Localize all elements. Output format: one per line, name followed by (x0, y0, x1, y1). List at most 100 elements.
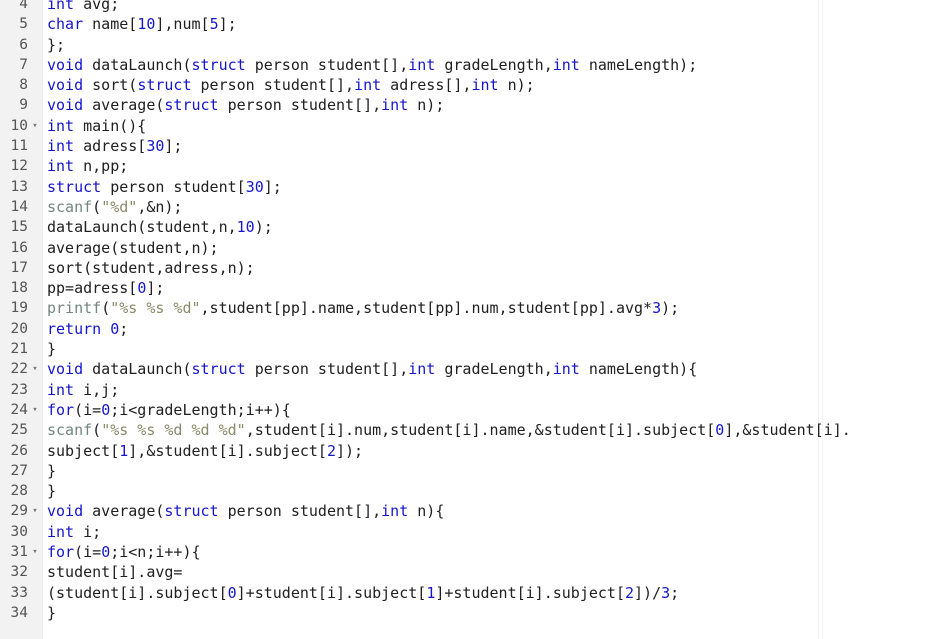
token-pl: main(){ (74, 116, 147, 135)
code-line[interactable]: 27} (0, 461, 952, 481)
token-pl: ]; (218, 15, 237, 34)
code-line[interactable]: 23 int i,j; (0, 380, 952, 400)
token-pl: ( (92, 197, 102, 216)
code-line[interactable]: 22 ▾ void dataLaunch(struct person student… (0, 359, 952, 379)
token-pl: dataLaunch( (83, 55, 192, 74)
token-pl: sort( (83, 76, 138, 95)
code-fold-toggle-icon[interactable]: ▾ (30, 359, 40, 379)
line-number: 18 (10, 280, 28, 297)
line-source-text: scanf("%d",&n); (47, 197, 182, 217)
token-pl: ],num[ (155, 15, 210, 34)
line-source-text: sort(student,adress,n); (47, 258, 255, 278)
code-line[interactable]: 4 int avg; (0, 0, 952, 14)
code-line[interactable]: 20 return 0; (0, 319, 952, 339)
code-line[interactable]: 15 dataLaunch(student,n,10); (0, 217, 952, 237)
token-kw: int (381, 96, 409, 115)
token-pl: ],&student[i]. (724, 421, 851, 440)
line-source-text: char name[10],num[5]; (47, 14, 237, 34)
code-line[interactable]: 5 char name[10],num[5]; (0, 14, 952, 34)
token-str: "%s %s %d" (110, 299, 201, 318)
code-fold-toggle-icon[interactable]: ▾ (30, 400, 40, 420)
token-num: 1 (426, 583, 436, 602)
token-kw: void (47, 55, 84, 74)
token-num: 30 (245, 177, 264, 196)
token-pl: n){ (408, 502, 445, 521)
token-kw: int (47, 522, 75, 541)
token-kw: struct (191, 55, 246, 74)
line-source-text: } (47, 603, 56, 623)
token-fn: printf (47, 299, 102, 318)
code-line[interactable]: 24 ▾ for(i=0;i<gradeLength;i++){ (0, 400, 952, 420)
line-number: 29 (10, 503, 28, 520)
line-number: 17 (10, 259, 28, 276)
line-source-text: for(i=0;i<n;i++){ (47, 542, 201, 562)
token-kw: int (354, 76, 382, 95)
code-line[interactable]: 30 int i; (0, 522, 952, 542)
token-pl: ],&student[i].subject[ (128, 441, 327, 460)
line-source-text: void average(struct person student[],int… (47, 501, 444, 521)
code-line[interactable]: 25 scanf("%s %s %d %d %d",student[i].num,… (0, 420, 952, 440)
line-number: 34 (10, 604, 28, 621)
token-kw: struct (164, 502, 219, 521)
line-source-text: (student[i].subject[0]+student[i].subjec… (47, 583, 679, 603)
token-kw: void (47, 502, 84, 521)
code-fold-toggle-icon[interactable]: ▾ (30, 116, 40, 136)
token-num: 3 (661, 583, 671, 602)
code-line[interactable]: 18 pp=adress[0]; (0, 278, 952, 298)
line-source-text: scanf("%s %s %d %d %d",student[i].num,st… (47, 420, 851, 440)
token-num: 0 (227, 583, 237, 602)
token-pl: ); (661, 299, 680, 318)
code-fold-toggle-icon[interactable]: ▾ (30, 501, 40, 521)
token-pl: } (47, 482, 57, 501)
code-line[interactable]: 10 ▾ int main(){ (0, 116, 952, 136)
token-num: 10 (137, 15, 156, 34)
line-number: 23 (10, 381, 28, 398)
code-line[interactable]: 29 ▾ void average(struct person student[],… (0, 501, 952, 521)
line-source-text: int adress[30]; (47, 136, 182, 156)
code-content[interactable]: 4 int avg; 5 char name[10],num[5]; 6}; 7 void … (0, 0, 952, 623)
line-number: 16 (10, 239, 28, 256)
code-line[interactable]: 33 (student[i].subject[0]+student[i].subj… (0, 583, 952, 603)
code-line[interactable]: 6}; (0, 35, 952, 55)
code-line[interactable]: 8 void sort(struct person student[],int a… (0, 75, 952, 95)
token-pl: } (47, 603, 57, 622)
token-pl: student[i].avg= (47, 563, 183, 582)
code-fold-toggle-icon[interactable]: ▾ (30, 542, 40, 562)
line-number: 13 (10, 178, 28, 195)
code-line[interactable]: 34} (0, 603, 952, 623)
token-pl: }; (47, 35, 66, 54)
token-pl: ]); (336, 441, 364, 460)
code-line[interactable]: 11 int adress[30]; (0, 136, 952, 156)
code-line[interactable]: 17 sort(student,adress,n); (0, 258, 952, 278)
line-source-text: void average(struct person student[],int… (47, 95, 444, 115)
line-number: 24 (10, 401, 28, 418)
code-line[interactable]: 32 student[i].avg= (0, 562, 952, 582)
token-kw: struct (164, 96, 219, 115)
token-pl: ]; (164, 137, 183, 156)
token-pl: ]+student[i].subject[ (435, 583, 625, 602)
token-pl: name[ (83, 15, 138, 34)
token-kw: int (47, 157, 75, 176)
code-line[interactable]: 7 void dataLaunch(struct person student[]… (0, 55, 952, 75)
code-line[interactable]: 21} (0, 339, 952, 359)
token-num: 1 (119, 441, 129, 460)
code-editor[interactable]: 4 int avg; 5 char name[10],num[5]; 6}; 7 void … (0, 0, 952, 639)
code-line[interactable]: 19 printf("%s %s %d",student[pp].name,stu… (0, 298, 952, 318)
token-kw: int (408, 55, 436, 74)
line-number: 14 (10, 198, 28, 215)
token-pl: average(student,n); (47, 238, 219, 257)
line-source-text: pp=adress[0]; (47, 278, 164, 298)
token-num: 0 (715, 421, 725, 440)
code-line[interactable]: 31 ▾ for(i=0;i<n;i++){ (0, 542, 952, 562)
token-kw: for (47, 400, 75, 419)
token-pl: avg; (74, 0, 120, 13)
token-fn: scanf (47, 421, 93, 440)
code-line[interactable]: 14 scanf("%d",&n); (0, 197, 952, 217)
token-num: 10 (236, 218, 255, 237)
code-line[interactable]: 13 struct person student[30]; (0, 177, 952, 197)
code-line[interactable]: 26 subject[1],&student[i].subject[2]); (0, 441, 952, 461)
code-line[interactable]: 28} (0, 481, 952, 501)
code-line[interactable]: 16 average(student,n); (0, 238, 952, 258)
code-line[interactable]: 9 void average(struct person student[],in… (0, 95, 952, 115)
code-line[interactable]: 12 int n,pp; (0, 156, 952, 176)
